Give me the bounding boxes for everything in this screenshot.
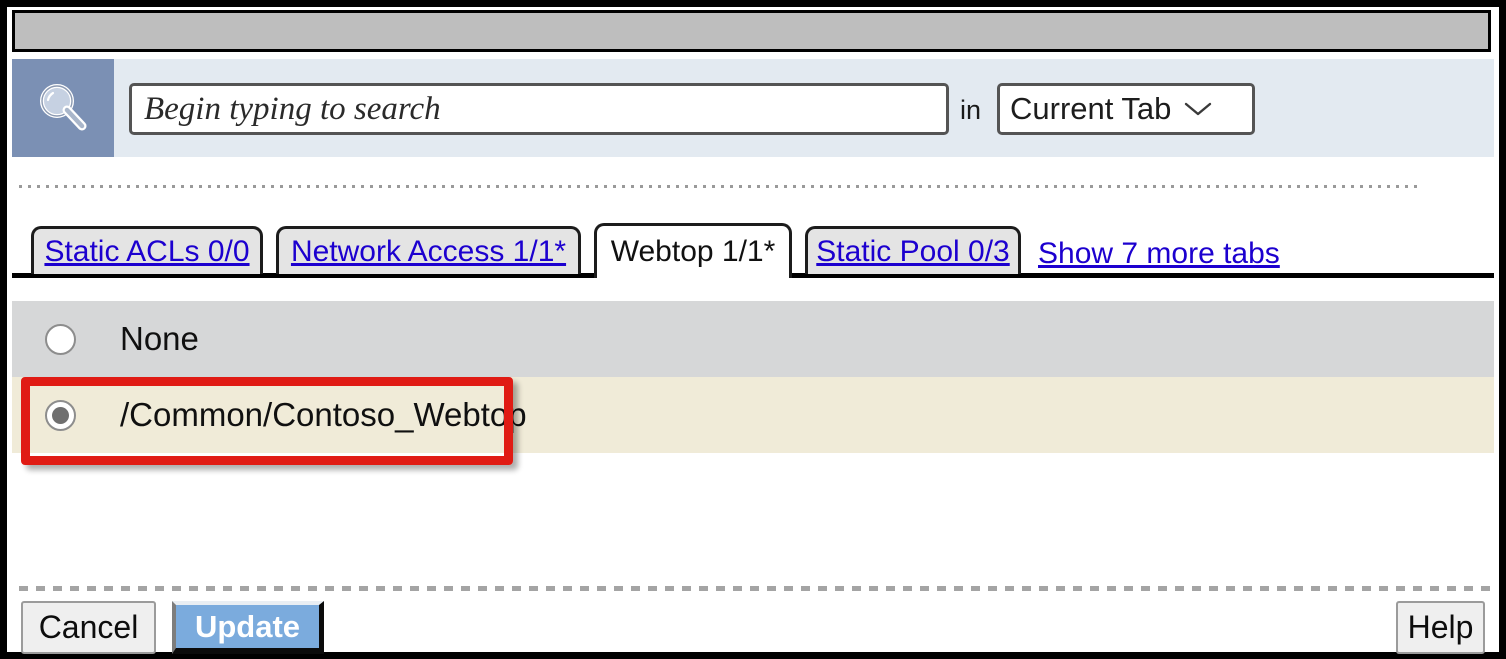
option-row-contoso-webtop[interactable]: /Common/Contoso_Webtop xyxy=(12,377,1494,453)
tab-label: Static ACLs 0/0 xyxy=(44,234,250,268)
webtop-option-list: None /Common/Contoso_Webtop xyxy=(12,301,1494,453)
radio-selected-dot xyxy=(52,406,69,424)
radio-none[interactable] xyxy=(45,323,76,355)
option-label: None xyxy=(120,320,199,357)
cancel-button[interactable]: Cancel xyxy=(21,601,156,654)
tab-static-pool[interactable]: Static Pool 0/3 xyxy=(805,226,1021,274)
tab-static-acls[interactable]: Static ACLs 0/0 xyxy=(31,226,263,274)
separator-bottom xyxy=(19,586,1497,591)
tab-label: Webtop 1/1* xyxy=(610,235,776,268)
window-titlebar xyxy=(12,10,1491,52)
search-scope-label: in xyxy=(960,95,982,125)
radio-contoso-webtop[interactable] xyxy=(45,399,76,431)
separator-top xyxy=(19,185,1419,188)
help-button[interactable]: Help xyxy=(1396,601,1485,654)
search-input[interactable]: Begin typing to search xyxy=(129,83,949,135)
tab-label: Network Access 1/1* xyxy=(290,234,567,268)
search-scope-select[interactable]: Current Tab xyxy=(997,83,1255,135)
option-row-none[interactable]: None xyxy=(12,301,1494,377)
update-button[interactable]: Update xyxy=(172,601,324,654)
tab-label: Static Pool 0/3 xyxy=(816,234,1010,268)
tab-webtop[interactable]: Webtop 1/1* xyxy=(594,223,792,278)
show-more-tabs-link[interactable]: Show 7 more tabs xyxy=(1038,237,1280,271)
chevron-down-icon xyxy=(1183,100,1213,118)
search-scope-value: Current Tab xyxy=(1010,91,1172,126)
search-bar: Begin typing to search in Current Tab xyxy=(12,59,1494,157)
search-icon xyxy=(12,59,114,157)
footer-toolbar: Cancel Update Help xyxy=(12,597,1494,655)
application-window: Begin typing to search in Current Tab St… xyxy=(0,0,1506,659)
option-label: /Common/Contoso_Webtop xyxy=(120,396,527,433)
tab-network-access[interactable]: Network Access 1/1* xyxy=(276,226,581,274)
tab-strip: Static ACLs 0/0 Network Access 1/1* Webt… xyxy=(12,221,1494,279)
